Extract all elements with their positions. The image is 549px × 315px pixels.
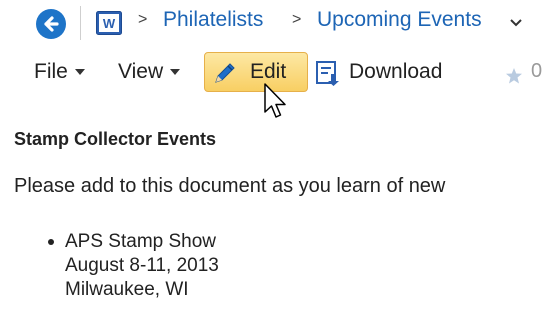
file-menu-label: File	[34, 60, 68, 83]
star-icon[interactable]	[505, 67, 523, 85]
breadcrumb-separator: >	[138, 11, 148, 28]
view-menu[interactable]: View	[118, 60, 181, 84]
svg-text:W: W	[103, 16, 116, 31]
file-menu[interactable]: File	[34, 60, 85, 84]
event-location: Milwaukee, WI	[65, 279, 189, 300]
event-list: APS Stamp Show August 8-11, 2013 Milwauk…	[48, 230, 219, 302]
event-date: August 8-11, 2013	[65, 255, 219, 276]
nav-divider	[80, 6, 81, 40]
list-item: APS Stamp Show August 8-11, 2013 Milwauk…	[48, 230, 219, 302]
edit-button-label: Edit	[250, 60, 287, 83]
breadcrumb-separator: >	[292, 11, 302, 28]
view-menu-label: View	[118, 60, 164, 83]
caret-down-icon	[74, 69, 85, 75]
caret-down-icon	[170, 69, 181, 75]
breadcrumb-philatelists-link[interactable]: Philatelists	[163, 8, 263, 32]
event-name: APS Stamp Show	[65, 231, 217, 252]
download-icon[interactable]	[316, 61, 340, 87]
back-button[interactable]	[36, 9, 66, 39]
chevron-down-icon[interactable]	[510, 19, 522, 27]
pencil-icon	[215, 63, 235, 83]
bullet	[48, 239, 54, 245]
breadcrumb-upcoming-events-link[interactable]: Upcoming Events	[317, 8, 482, 32]
star-count: 0	[531, 60, 543, 82]
document-intro: Please add to this document as you learn…	[14, 175, 446, 197]
mouse-cursor-icon	[264, 83, 286, 118]
back-arrow-icon	[44, 16, 59, 32]
download-button[interactable]: Download	[349, 60, 442, 84]
document-heading: Stamp Collector Events	[14, 129, 217, 149]
word-doc-icon[interactable]: W	[96, 11, 122, 35]
